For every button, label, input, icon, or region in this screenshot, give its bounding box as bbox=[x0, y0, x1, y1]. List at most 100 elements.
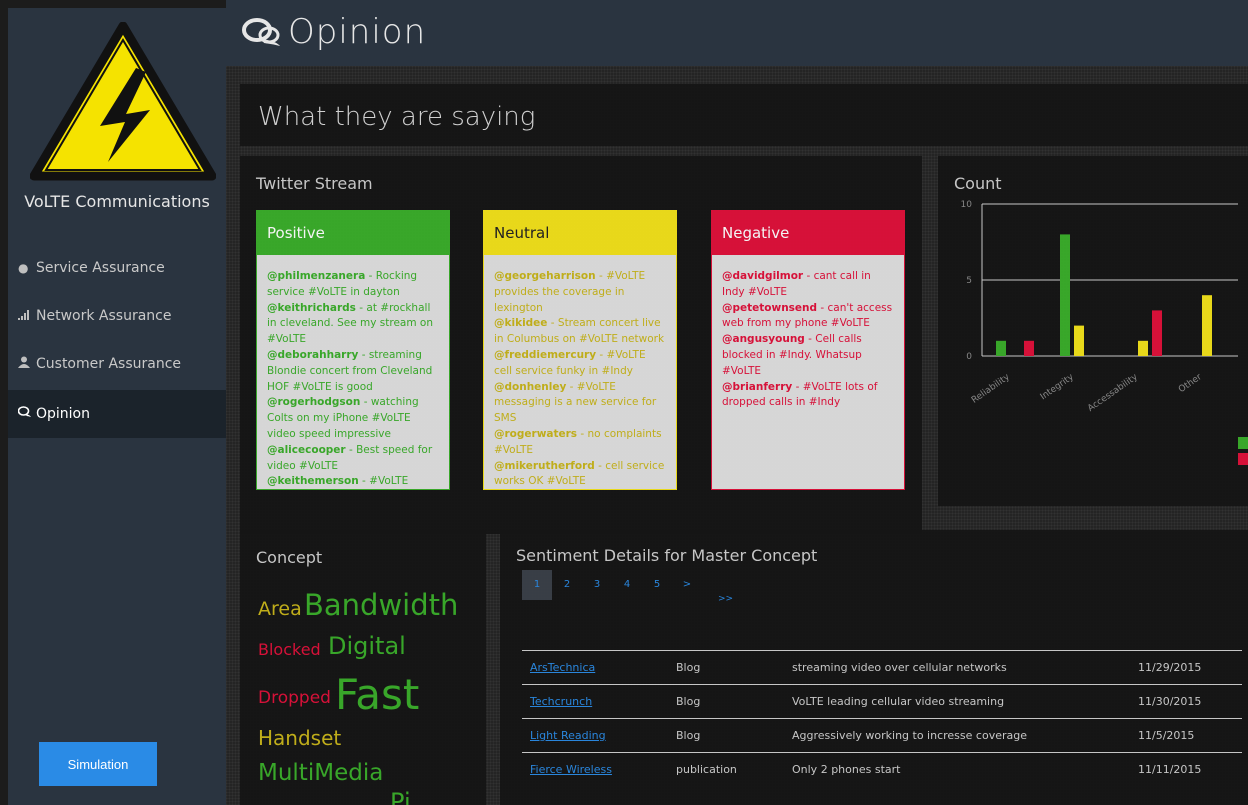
tweet: @freddiemercury - #VoLTE cell service fu… bbox=[494, 348, 666, 380]
count-bar-chart: 0 5 10 Reliability Integrity Accessability Oth… bbox=[961, 200, 1248, 465]
neutral-header: Neutral bbox=[484, 211, 676, 255]
bar-neutral bbox=[1138, 340, 1148, 356]
tweet-user[interactable]: @georgeharrison bbox=[494, 270, 596, 282]
bar-positive bbox=[1060, 234, 1070, 356]
x-tick-label: Reliability bbox=[970, 372, 1012, 406]
tweet: @alicecooper - Best speed for video #VoL… bbox=[267, 443, 439, 475]
page-3-link[interactable]: 3 bbox=[582, 570, 612, 600]
page-title-text: Opinion bbox=[288, 12, 427, 52]
tweet: @petetownsend - can't access web from my… bbox=[722, 301, 894, 333]
page-4-link[interactable]: 4 bbox=[612, 570, 642, 600]
sidebar: VoLTE Communications ● Service Assurance … bbox=[8, 8, 226, 805]
positive-header: Positive bbox=[257, 211, 449, 255]
legend-swatch bbox=[1238, 437, 1248, 449]
concept-word[interactable]: MultiMedia bbox=[258, 760, 383, 786]
y-tick-label: 0 bbox=[966, 352, 972, 362]
tweet-user[interactable]: @keithrichards bbox=[267, 302, 356, 314]
tweet-user[interactable]: @petetownsend bbox=[722, 302, 817, 314]
twitter-stream-title: Twitter Stream bbox=[256, 174, 373, 193]
sidebar-item-service-assurance[interactable]: ● Service Assurance bbox=[8, 244, 226, 292]
tweet-user[interactable]: @mikerutherford bbox=[494, 460, 595, 472]
next-page-link[interactable]: > bbox=[672, 570, 702, 600]
y-tick-label: 5 bbox=[966, 276, 972, 286]
tweet-user[interactable]: @donhenley bbox=[494, 381, 566, 393]
date-cell: 11/29/2015 bbox=[1130, 650, 1242, 685]
tweet: @rogerwaters - no complaints #VoLTE bbox=[494, 427, 666, 459]
sidebar-item-customer-assurance[interactable]: Customer Assurance bbox=[8, 340, 226, 388]
concept-word[interactable]: Dropped bbox=[258, 688, 331, 708]
legend-swatch bbox=[1238, 453, 1248, 465]
tweet-user[interactable]: @rogerwaters bbox=[494, 428, 577, 440]
count-chart-panel: Count 0 5 10 Reliability Integrity Accessabil… bbox=[938, 156, 1248, 506]
type-cell: Blog bbox=[668, 684, 784, 719]
bar-negative bbox=[1024, 340, 1034, 356]
tweet: @mikerutherford - cell service works OK … bbox=[494, 459, 666, 489]
concept-word[interactable]: Blocked bbox=[258, 640, 321, 659]
page-1-link[interactable]: 1 bbox=[522, 570, 552, 600]
table-row: Techcrunch Blog VoLTE leading cellular v… bbox=[522, 684, 1242, 719]
page-5-link[interactable]: 5 bbox=[642, 570, 672, 600]
x-tick-label: Accessability bbox=[1086, 372, 1140, 414]
neutral-tweets-column: Neutral @georgeharrison - #VoLTE provide… bbox=[483, 210, 677, 490]
tweet-user[interactable]: @davidgilmor bbox=[722, 270, 803, 282]
tweet: @davidgilmor - cant call in Indy #VoLTE bbox=[722, 269, 894, 301]
table-row: ArsTechnica Blog streaming video over ce… bbox=[522, 650, 1242, 685]
sentiment-details-table: ArsTechnica Blog streaming video over ce… bbox=[522, 650, 1242, 786]
concept-word[interactable]: Fast bbox=[335, 670, 419, 719]
type-cell: Blog bbox=[668, 650, 784, 685]
high-voltage-warning-logo bbox=[30, 22, 216, 181]
source-link[interactable]: Light Reading bbox=[530, 729, 606, 742]
section-header-panel: What they are saying bbox=[240, 84, 1248, 146]
description-cell: Aggressively working to incresse coverag… bbox=[784, 718, 1130, 753]
comments-icon bbox=[242, 18, 280, 46]
tweet-user[interactable]: @rogerhodgson bbox=[267, 396, 360, 408]
last-page-link[interactable]: >> bbox=[718, 594, 733, 604]
tweet: @rogerhodgson - watching Colts on my iPh… bbox=[267, 395, 439, 442]
tweet-user[interactable]: @philmenzanera bbox=[267, 270, 365, 282]
tweet: @angusyoung - Cell calls blocked in #Ind… bbox=[722, 332, 894, 379]
tweet-user[interactable]: @angusyoung bbox=[722, 333, 805, 345]
date-cell: 11/30/2015 bbox=[1130, 684, 1242, 719]
simulation-button[interactable]: Simulation bbox=[39, 742, 157, 786]
bar-positive bbox=[996, 340, 1006, 356]
concept-word[interactable]: Handset bbox=[258, 726, 341, 750]
page-2-link[interactable]: 2 bbox=[552, 570, 582, 600]
bar-neutral bbox=[1202, 295, 1212, 356]
bar-neutral bbox=[1074, 325, 1084, 356]
source-link[interactable]: Fierce Wireless bbox=[530, 763, 612, 776]
bar-negative bbox=[1152, 310, 1162, 356]
sentiment-details-title: Sentiment Details for Master Concept bbox=[516, 546, 818, 565]
description-cell: Only 2 phones start bbox=[784, 752, 1130, 786]
sentiment-details-panel: Sentiment Details for Master Concept 123… bbox=[500, 530, 1248, 805]
concept-word[interactable]: Area bbox=[258, 598, 302, 620]
tweet-user[interactable]: @alicecooper bbox=[267, 444, 346, 456]
page-title: Opinion bbox=[242, 12, 426, 52]
tweet-user[interactable]: @freddiemercury bbox=[494, 349, 596, 361]
type-cell: Blog bbox=[668, 718, 784, 753]
section-subtitle: What they are saying bbox=[258, 102, 536, 132]
main-content: Opinion What they are saying Twitter Str… bbox=[226, 0, 1248, 805]
sidebar-item-network-assurance[interactable]: Network Assurance bbox=[8, 292, 226, 340]
source-link[interactable]: ArsTechnica bbox=[530, 661, 595, 674]
tweet-user[interactable]: @kikidee bbox=[494, 317, 547, 329]
sidebar-item-opinion[interactable]: Opinion bbox=[8, 390, 226, 438]
neutral-tweets-list: @georgeharrison - #VoLTE provides the co… bbox=[484, 255, 676, 489]
twitter-stream-panel: Twitter Stream Positive @philmenzanera -… bbox=[240, 156, 922, 534]
tweet-user[interactable]: @brianferry bbox=[722, 381, 792, 393]
tweet: @brianferry - #VoLTE lots of dropped cal… bbox=[722, 380, 894, 412]
user-icon bbox=[18, 340, 32, 388]
type-cell: publication bbox=[668, 752, 784, 786]
negative-header: Negative bbox=[712, 211, 904, 255]
concept-word[interactable]: Digital bbox=[328, 632, 406, 660]
tweet-user[interactable]: @keithemerson bbox=[267, 475, 359, 487]
tweet-user[interactable]: @deborahharry bbox=[267, 349, 358, 361]
sidebar-item-label: Network Assurance bbox=[36, 308, 172, 324]
concept-word[interactable]: Pi bbox=[390, 788, 411, 805]
date-cell: 11/11/2015 bbox=[1130, 752, 1242, 786]
description-cell: streaming video over cellular networks bbox=[784, 650, 1130, 685]
source-link[interactable]: Techcrunch bbox=[530, 695, 592, 708]
header-bar: Opinion bbox=[226, 0, 1248, 66]
y-tick-label: 10 bbox=[961, 200, 973, 210]
concept-word[interactable]: Bandwidth bbox=[304, 588, 458, 622]
tweet: @georgeharrison - #VoLTE provides the co… bbox=[494, 269, 666, 316]
